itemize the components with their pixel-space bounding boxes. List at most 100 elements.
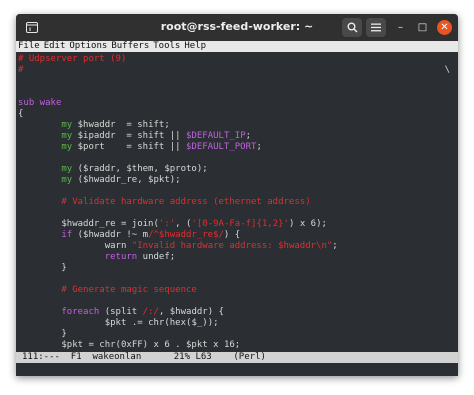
close-icon: ✕: [440, 22, 449, 33]
code-text: ));: [202, 318, 219, 328]
code-line: my ($hwaddr_re, $pkt);: [18, 175, 180, 185]
menu-button[interactable]: [366, 18, 386, 37]
keyword: sub: [18, 98, 35, 108]
code-line: my $hwaddr = shift;: [18, 120, 169, 130]
variable: $hwaddr: [72, 120, 116, 130]
keyword: my: [61, 175, 73, 185]
string: "Invalid hardware address: $hwaddr\n": [131, 241, 333, 251]
minibuffer[interactable]: [16, 363, 458, 376]
keyword: my: [61, 142, 73, 152]
code-text: (split: [99, 307, 143, 317]
search-icon: [347, 22, 358, 33]
code-line: return undef;: [18, 252, 175, 262]
code-text: = shift ||: [104, 142, 186, 152]
code-line: $pkt = chr(0xFF) x 6 . $pkt x 16;: [18, 340, 240, 350]
code-line-comment: # Udpserver port (9): [18, 54, 127, 64]
code-line: my $ipaddr = shift || $DEFAULT_IP;: [18, 131, 251, 141]
variable: $port: [72, 142, 105, 152]
string: '[0-9A-Fa-f]{1,2}': [191, 219, 289, 229]
code-line: }: [18, 329, 67, 339]
regex: /:/: [142, 307, 159, 317]
code-line-comment: # Validate hardware address (ethernet ad…: [18, 197, 311, 207]
maximize-button[interactable]: □: [415, 20, 430, 35]
keyword: my: [61, 164, 73, 174]
keyword: my: [61, 120, 73, 130]
code-line: foreach (split /:/, $hwaddr) {: [18, 307, 224, 317]
menu-buffers[interactable]: Buffers: [111, 41, 149, 51]
menu-options[interactable]: Options: [69, 41, 107, 51]
code-text: ;: [245, 131, 252, 141]
menu-edit[interactable]: Edit: [44, 41, 66, 51]
code-line-comment: # Generate magic sequence: [18, 285, 197, 295]
variable: $_: [191, 318, 203, 328]
code-text: ($hwaddr !~ m: [72, 230, 149, 240]
menu-file[interactable]: File: [18, 41, 40, 51]
titlebar: root@rss-feed-worker: ~ – □ ✕: [16, 14, 458, 41]
keyword: my: [61, 131, 73, 141]
string: ':': [158, 219, 176, 229]
code-text: x 16;: [207, 340, 241, 350]
function-name: wake: [34, 98, 62, 108]
code-text: = chr(0xFF) x 6 .: [83, 340, 186, 350]
modeline-mode: (Perl): [233, 352, 266, 362]
minimize-button[interactable]: –: [393, 20, 408, 35]
variable: $hwaddr: [169, 307, 208, 317]
code-text: }: [61, 263, 67, 273]
code-text: ;: [256, 142, 262, 152]
code-text: ) {: [223, 230, 241, 240]
menu-tools[interactable]: Tools: [153, 41, 180, 51]
regex: /^$hwaddr_re$/: [148, 230, 224, 240]
line-wrap-indicator: \: [444, 65, 450, 75]
code-text: }: [61, 329, 67, 339]
modeline-buffer-number: F1: [70, 352, 82, 362]
code-line: my ($raddr, $them, $proto);: [18, 164, 208, 174]
keyword: if: [61, 230, 73, 240]
emacs-menubar: File Edit Options Buffers Tools Help: [16, 41, 458, 52]
variable: $pkt: [104, 318, 127, 328]
search-button[interactable]: [342, 18, 362, 37]
code-text: $hwaddr_re = join(: [61, 219, 159, 229]
comment: # Generate magic sequence: [61, 285, 197, 295]
variable: $pkt: [61, 340, 84, 350]
code-line: {: [18, 109, 24, 119]
code-text: ($raddr, $them, $proto);: [72, 164, 208, 174]
constant: $DEFAULT_IP: [186, 131, 246, 141]
close-button[interactable]: ✕: [437, 20, 452, 35]
modeline-flags: 111:---: [22, 352, 60, 362]
code-line-comment: #: [18, 65, 24, 75]
code-line: $pkt .= chr(hex($_));: [18, 318, 219, 328]
code-text: .= chr(hex(: [126, 318, 192, 328]
code-editor[interactable]: # Udpserver port (9) # \ sub wake { my $…: [16, 52, 458, 363]
code-line: my $port = shift || $DEFAULT_PORT;: [18, 142, 262, 152]
code-text: = shift ||: [115, 131, 187, 141]
modeline-position: 21% L63: [173, 352, 212, 362]
code-text: ) x 6);: [288, 219, 327, 229]
code-line: $hwaddr_re = join(':', ('[0-9A-Fa-f]{1,2…: [18, 219, 327, 229]
code-line: }: [18, 263, 67, 273]
code-line-sub: sub wake: [18, 98, 61, 108]
constant: $DEFAULT_PORT: [186, 142, 257, 152]
code-line: if ($hwaddr !~ m/^$hwaddr_re$/) {: [18, 230, 240, 240]
variable: $pkt: [186, 340, 208, 350]
code-text: warn: [104, 241, 132, 251]
keyword: foreach: [61, 307, 100, 317]
code-line: warn "Invalid hardware address: $hwaddr\…: [18, 241, 338, 251]
comment: # Validate hardware address (ethernet ad…: [61, 197, 311, 207]
menu-help[interactable]: Help: [184, 41, 206, 51]
code-text: ;: [332, 241, 338, 251]
code-text: ,: [158, 307, 170, 317]
